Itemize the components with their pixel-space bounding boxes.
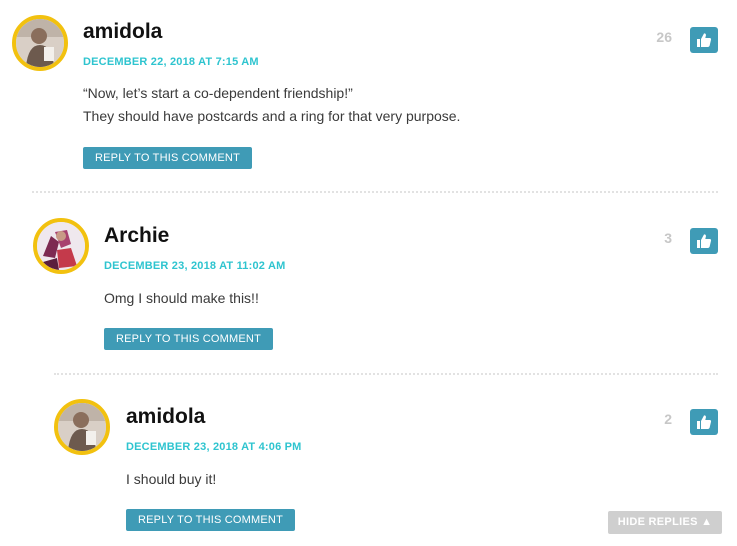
comment-author[interactable]: Archie (104, 224, 169, 248)
comment-author[interactable]: amidola (126, 405, 205, 429)
like-count: 3 (664, 230, 672, 246)
comment-text-line: Omg I should make this!! (104, 290, 259, 306)
comment-text-line: I should buy it! (126, 471, 217, 487)
reply-button[interactable]: REPLY TO THIS COMMENT (126, 509, 295, 531)
reply-button[interactable]: REPLY TO THIS COMMENT (83, 147, 252, 169)
avatar[interactable] (33, 218, 89, 274)
reply-button[interactable]: REPLY TO THIS COMMENT (104, 328, 273, 350)
thumbs-up-icon (697, 415, 712, 429)
thumbs-up-icon (697, 33, 712, 47)
comment-text-line: “Now, let’s start a co-dependent friends… (83, 85, 353, 101)
hide-replies-button[interactable]: HIDE REPLIES ▲ (608, 511, 722, 534)
comment-text-line: They should have postcards and a ring fo… (83, 108, 461, 124)
comment-date[interactable]: DECEMBER 22, 2018 AT 7:15 AM (83, 56, 259, 68)
avatar[interactable] (54, 399, 110, 455)
like-button[interactable] (690, 27, 718, 53)
avatar[interactable] (12, 15, 68, 71)
like-button[interactable] (690, 228, 718, 254)
comment-divider (32, 191, 718, 193)
like-button[interactable] (690, 409, 718, 435)
avatar-image (58, 403, 106, 451)
comment-divider (54, 373, 718, 375)
comment-date[interactable]: DECEMBER 23, 2018 AT 11:02 AM (104, 260, 285, 272)
like-count: 2 (664, 411, 672, 427)
avatar-image (16, 19, 64, 67)
comment-author[interactable]: amidola (83, 20, 162, 44)
thumbs-up-icon (697, 234, 712, 248)
like-count: 26 (656, 29, 672, 45)
comment-date[interactable]: DECEMBER 23, 2018 AT 4:06 PM (126, 441, 302, 453)
avatar-image (37, 222, 85, 270)
